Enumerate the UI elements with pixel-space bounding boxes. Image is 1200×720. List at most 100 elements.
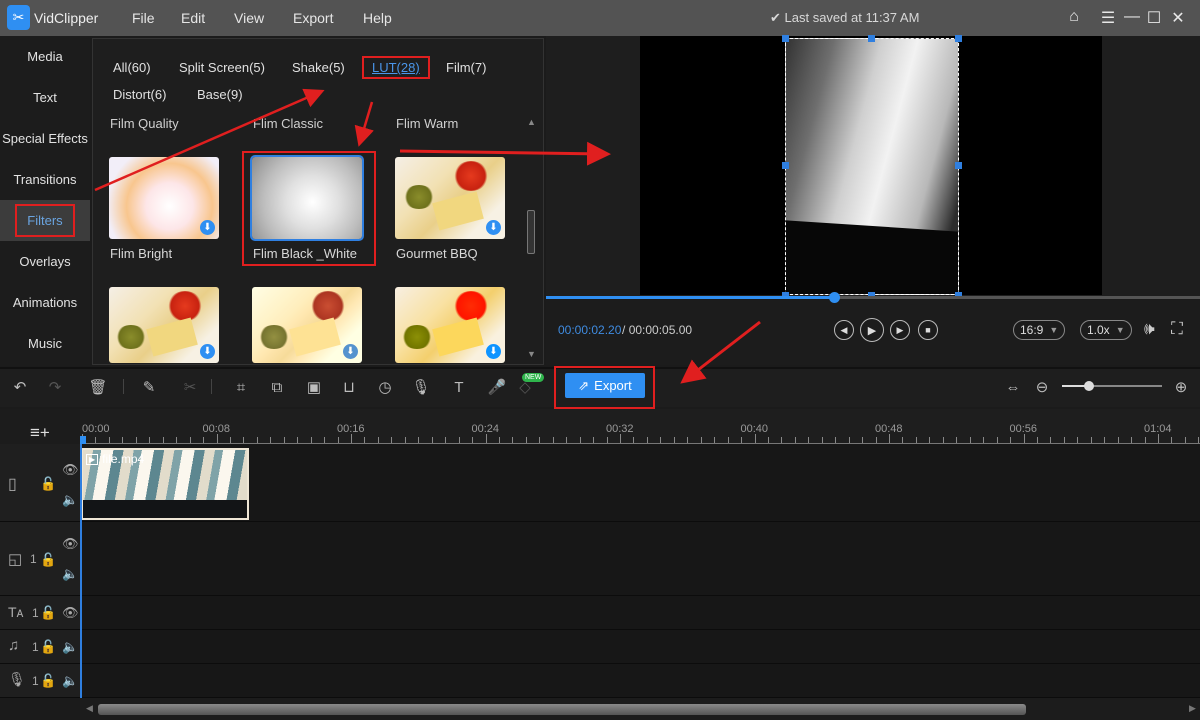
category-distort[interactable]: Distort(6)	[113, 87, 166, 102]
lock-icon[interactable]: 🔓	[40, 673, 56, 689]
resize-handle[interactable]	[868, 35, 875, 42]
ruler-tick-mark	[1010, 437, 1012, 443]
ruler-tick-mark	[1144, 437, 1146, 443]
sidebar-item-text[interactable]: Text	[0, 77, 90, 118]
maximize-icon[interactable]: ☐	[1144, 8, 1164, 28]
voiceover-icon[interactable]: 🎙	[411, 377, 431, 397]
sidebar-item-animations[interactable]: Animations	[0, 282, 90, 323]
prev-frame-icon[interactable]: ◀	[834, 320, 854, 340]
playhead[interactable]	[80, 436, 82, 698]
aspect-ratio-dropdown[interactable]: 16:9 ▼	[1013, 320, 1066, 340]
category-all[interactable]: All(60)	[113, 60, 151, 75]
eye-icon[interactable]: 👁	[62, 536, 79, 552]
sidebar-item-music[interactable]: Music	[0, 323, 90, 364]
fit-timeline-icon[interactable]: ⇔	[1003, 377, 1023, 397]
speaker-icon[interactable]: 🔈	[62, 673, 78, 689]
total-time: / 00:00:05.00	[622, 323, 692, 337]
resize-handle[interactable]	[782, 35, 789, 42]
menu-view[interactable]: View	[234, 10, 264, 26]
sidebar-item-special-effects[interactable]: Special Effects	[0, 118, 90, 159]
stop-icon[interactable]: ■	[918, 320, 938, 340]
scroll-up-arrow-icon[interactable]: ▲	[527, 117, 536, 127]
resize-handle[interactable]	[955, 162, 962, 169]
category-base[interactable]: Base(9)	[197, 87, 243, 102]
freeze-frame-icon[interactable]: ⧉	[267, 377, 287, 397]
filter-thumb[interactable]: ⬇	[109, 287, 219, 363]
close-icon[interactable]: ✕	[1168, 8, 1188, 28]
menu-file[interactable]: File	[132, 10, 155, 26]
sidebar-item-transitions[interactable]: Transitions	[0, 159, 90, 200]
seek-knob[interactable]	[828, 292, 840, 303]
speaker-icon[interactable]: 🔈	[62, 566, 78, 582]
download-icon[interactable]: ⬇	[343, 344, 358, 359]
zoom-out-icon[interactable]: ⊖	[1032, 377, 1052, 397]
ruler-tick-mark	[364, 437, 366, 443]
lock-icon[interactable]: 🔓	[40, 605, 56, 621]
next-frame-icon[interactable]: ▶	[890, 320, 910, 340]
download-icon[interactable]: ⬇	[200, 220, 215, 235]
category-shake[interactable]: Shake(5)	[292, 60, 345, 75]
ruler-tick-mark	[1023, 434, 1025, 443]
undo-icon[interactable]: ↶	[10, 377, 30, 397]
resize-handle[interactable]	[955, 35, 962, 42]
ruler-tick-mark	[1104, 437, 1106, 443]
sidebar-item-media[interactable]: Media	[0, 36, 90, 77]
filter-thumb-flim-bright[interactable]: ⬇	[109, 157, 219, 239]
category-split-screen[interactable]: Split Screen(5)	[179, 60, 265, 75]
audio-levels-icon[interactable]: ⊔	[339, 377, 359, 397]
category-lut[interactable]: LUT(28)	[362, 56, 430, 79]
menu-help[interactable]: Help	[363, 10, 392, 26]
music-track	[0, 630, 1200, 664]
speed-dropdown[interactable]: 1.0x ▼	[1080, 320, 1132, 340]
add-track-icon[interactable]: ≡+	[30, 423, 50, 443]
speech-to-text-icon[interactable]: 🎤	[487, 377, 507, 397]
scroll-left-arrow-icon[interactable]: ◀	[86, 703, 93, 714]
menu-edit[interactable]: Edit	[181, 10, 205, 26]
zoom-in-icon[interactable]: ⊕	[1171, 377, 1191, 397]
sidebar-item-filters[interactable]: Filters	[0, 200, 90, 241]
resize-handle[interactable]	[782, 162, 789, 169]
sidebar-item-overlays[interactable]: Overlays	[0, 241, 90, 282]
edit-icon[interactable]: ✎	[139, 377, 159, 397]
lock-icon[interactable]: 🔓	[40, 552, 56, 568]
scroll-down-arrow-icon[interactable]: ▼	[527, 349, 536, 359]
filter-thumb[interactable]: ⬇	[395, 287, 505, 363]
play-icon[interactable]: ▶	[860, 318, 884, 342]
speaker-icon[interactable]: 🔈	[62, 492, 78, 508]
eye-icon[interactable]: 👁	[62, 605, 79, 621]
speaker-icon[interactable]: 🔈	[62, 639, 78, 655]
redo-icon[interactable]: ↷	[45, 377, 65, 397]
download-icon[interactable]: ⬇	[486, 220, 501, 235]
split-icon[interactable]: ✂	[180, 377, 200, 397]
eye-icon[interactable]: 👁	[62, 462, 79, 478]
hamburger-menu-icon[interactable]: ☰	[1098, 8, 1118, 28]
timeline-zoom-knob[interactable]	[1084, 381, 1094, 391]
video-frame-selection[interactable]	[785, 38, 959, 295]
scroll-right-arrow-icon[interactable]: ▶	[1189, 703, 1196, 714]
delete-icon[interactable]: 🗑	[88, 377, 108, 397]
home-icon[interactable]: ⌂	[1064, 8, 1084, 26]
category-film[interactable]: Film(7)	[446, 60, 486, 75]
duration-icon[interactable]: ◷	[375, 377, 395, 397]
mosaic-icon[interactable]: ▣	[304, 377, 324, 397]
volume-icon[interactable]: 🕪	[1144, 319, 1155, 339]
export-button[interactable]: ⇗ Export	[565, 373, 645, 398]
fullscreen-icon[interactable]: ⛶	[1171, 319, 1183, 339]
ruler-tick-mark	[875, 437, 877, 443]
text-to-speech-icon[interactable]: T	[449, 377, 469, 397]
download-icon[interactable]: ⬇	[486, 344, 501, 359]
lock-icon[interactable]: 🔓	[40, 639, 56, 655]
filter-thumb[interactable]: ⬇	[252, 287, 362, 363]
minimize-icon[interactable]: —	[1122, 8, 1142, 26]
ruler-tick-mark	[135, 437, 137, 443]
menu-export[interactable]: Export	[293, 10, 333, 26]
playhead-handle[interactable]	[80, 436, 86, 444]
library-scrollbar[interactable]	[527, 210, 535, 254]
ruler-tick-mark	[122, 437, 124, 443]
download-icon[interactable]: ⬇	[200, 344, 215, 359]
timeline-header: ≡+	[0, 409, 80, 444]
crop-icon[interactable]: ⌗	[231, 377, 251, 397]
filter-thumb-gourmet-bbq[interactable]: ⬇	[395, 157, 505, 239]
lock-icon[interactable]: 🔓	[40, 476, 56, 492]
timeline-scrollbar-thumb[interactable]	[98, 704, 1026, 715]
